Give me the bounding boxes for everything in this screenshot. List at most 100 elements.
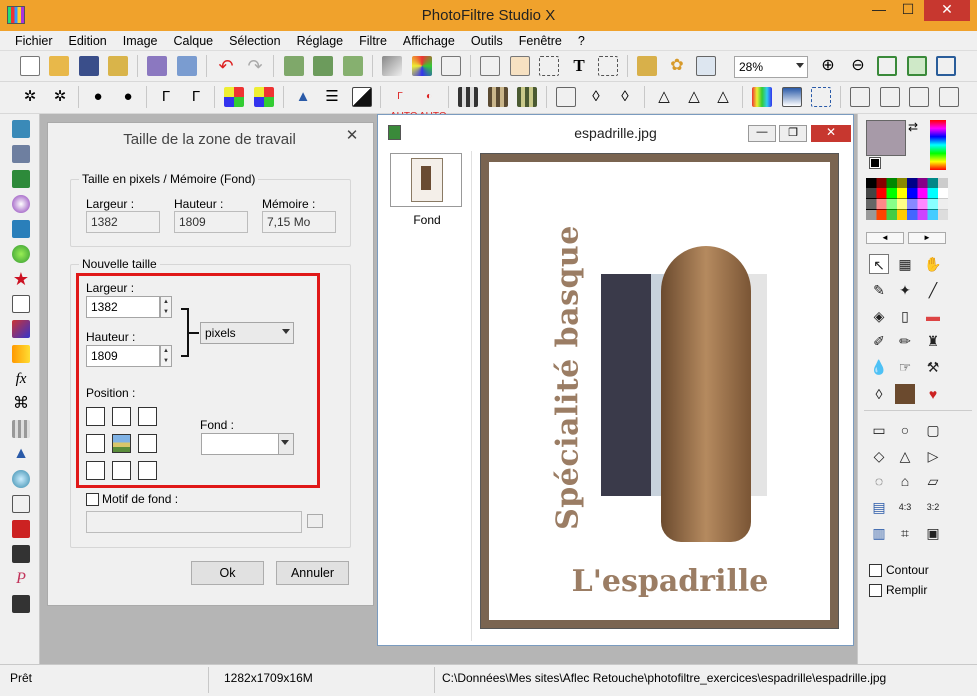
motif-checkbox[interactable] [86, 493, 99, 506]
image-close-button[interactable]: ✕ [811, 125, 851, 142]
save-icon[interactable] [79, 56, 99, 76]
scan-icon[interactable] [177, 56, 197, 76]
ellipse-select-icon[interactable]: ○ [895, 420, 915, 440]
menu-fichier[interactable]: Fichier [7, 31, 61, 48]
strawberry-icon[interactable]: ♥ [923, 384, 943, 404]
menu-affichage[interactable]: Affichage [395, 31, 463, 48]
cloverleaf-icon[interactable]: ⌘ [12, 395, 30, 413]
layer-thumbnail[interactable] [390, 153, 462, 207]
star-icon[interactable]: ★ [12, 270, 30, 288]
menu-fenetre[interactable]: Fenêtre [511, 31, 570, 48]
crop-select-icon[interactable]: ⌗ [895, 523, 915, 543]
image-maximize-button[interactable]: ❐ [779, 125, 807, 142]
emboss-icon[interactable]: △ [654, 87, 674, 107]
pattern-icon-3[interactable] [517, 87, 537, 107]
rect-select-icon[interactable]: ▭ [869, 420, 889, 440]
polygon-lasso-icon[interactable]: ⌂ [895, 471, 915, 491]
blur-drop-icon[interactable]: 💧 [869, 357, 889, 377]
pattern-icon-2[interactable] [488, 87, 508, 107]
zoom-out-icon[interactable]: ⊖ [848, 56, 868, 76]
fit-window-icon[interactable] [877, 56, 897, 76]
folder-icon[interactable] [307, 514, 323, 528]
close-button[interactable]: ✕ [924, 0, 970, 21]
menu-help[interactable]: ? [570, 31, 593, 48]
layer-tool-icon[interactable]: ▦ [895, 254, 915, 274]
auto-contrast-icon[interactable]: ◐ AUTO [419, 87, 447, 122]
menu-calque[interactable]: Calque [166, 31, 222, 48]
redo-icon[interactable]: ↷ [245, 56, 265, 76]
transparency-icon[interactable] [441, 56, 461, 76]
text-icon[interactable]: T [569, 56, 589, 76]
menu-selection[interactable]: Sélection [221, 31, 288, 48]
function-icon[interactable]: fx [12, 370, 30, 388]
blur-icon[interactable]: ● [88, 87, 108, 107]
fade-icon[interactable] [782, 87, 802, 107]
monitor-icon[interactable] [12, 170, 30, 188]
bubble-icon[interactable] [12, 470, 30, 488]
pointer-tool-icon[interactable]: ↖ [869, 254, 889, 274]
save-as-icon[interactable] [108, 56, 128, 76]
open-icon[interactable] [49, 56, 69, 76]
flip-v-icon[interactable] [880, 87, 900, 107]
open-selection-icon[interactable]: ▱ [923, 471, 943, 491]
zoom-in-icon[interactable]: ⊕ [818, 56, 838, 76]
rotate-right-icon[interactable] [939, 87, 959, 107]
paste-new-icon[interactable] [343, 56, 363, 76]
maximize-button[interactable]: ☐ [895, 0, 921, 21]
ok-button[interactable]: Ok [191, 561, 264, 585]
contrast-icon[interactable]: ☰ [322, 87, 342, 107]
ratio-32-icon[interactable]: 3:2 [923, 497, 943, 517]
brightness-icon[interactable] [352, 87, 372, 107]
flip-h-icon[interactable] [850, 87, 870, 107]
zoom-select[interactable]: 28% [734, 56, 808, 78]
smudge-icon[interactable]: ☞ [895, 357, 915, 377]
palette-icon[interactable] [412, 56, 432, 76]
sharpen-more-icon[interactable]: ✲ [50, 87, 70, 107]
spray-icon[interactable]: ▯ [895, 306, 915, 326]
menu-filtre[interactable]: Filtre [351, 31, 395, 48]
frame-icon[interactable] [811, 87, 831, 107]
page-icon[interactable] [12, 295, 30, 313]
gradient-tool-icon[interactable] [12, 320, 30, 338]
histogram-icon[interactable]: ▲ [12, 445, 30, 463]
menu-edition[interactable]: Edition [61, 31, 115, 48]
window-icon[interactable] [696, 56, 716, 76]
lasso-icon[interactable]: ◌ [869, 471, 889, 491]
image-size-icon[interactable] [510, 56, 530, 76]
plugin-icon[interactable]: P [12, 570, 30, 588]
dialog-close-button[interactable]: ✕ [339, 126, 365, 146]
sharpen-icon[interactable]: ✲ [20, 87, 40, 107]
copy-icon[interactable] [284, 56, 304, 76]
diamond-select-icon[interactable]: ◇ [869, 446, 889, 466]
new-icon[interactable] [20, 56, 40, 76]
contour-checkbox[interactable] [869, 564, 882, 577]
eraser-icon[interactable]: ▬ [923, 306, 943, 326]
arrow-select-icon[interactable]: ▷ [923, 446, 943, 466]
gamma-down-icon[interactable]: Γ [156, 87, 176, 107]
pattern-icon-1[interactable] [458, 87, 478, 107]
actual-size-icon[interactable] [907, 56, 927, 76]
saturation-up-icon[interactable] [254, 87, 274, 107]
eyedropper-icon[interactable]: ✎ [869, 280, 889, 300]
levels-icon[interactable]: ▲ [293, 87, 313, 107]
palette-prev-button[interactable]: ◄ [866, 232, 904, 244]
canvas-size-icon[interactable] [480, 56, 500, 76]
sphere-icon[interactable] [12, 195, 30, 213]
fade-tool-icon[interactable] [12, 345, 30, 363]
print-icon[interactable] [147, 56, 167, 76]
pencil-icon[interactable]: ✏ [895, 331, 915, 351]
swap-colors-icon[interactable]: ⇄ [908, 120, 922, 134]
gradient-icon[interactable] [752, 87, 772, 107]
remplir-checkbox[interactable] [869, 584, 882, 597]
magic-wand-icon[interactable]: ✦ [895, 280, 915, 300]
palette-next-button[interactable]: ► [908, 232, 946, 244]
drop-icon-1[interactable]: ◊ [586, 87, 606, 107]
explorer-icon[interactable] [637, 56, 657, 76]
triangle-select-icon[interactable]: △ [895, 446, 915, 466]
cancel-button[interactable]: Annuler [276, 561, 349, 585]
undo-icon[interactable]: ↶ [216, 56, 236, 76]
crop-icon[interactable] [539, 56, 559, 76]
save-2000-icon[interactable] [12, 545, 30, 563]
paste-icon[interactable] [313, 56, 333, 76]
slideshow-icon[interactable] [12, 520, 30, 538]
